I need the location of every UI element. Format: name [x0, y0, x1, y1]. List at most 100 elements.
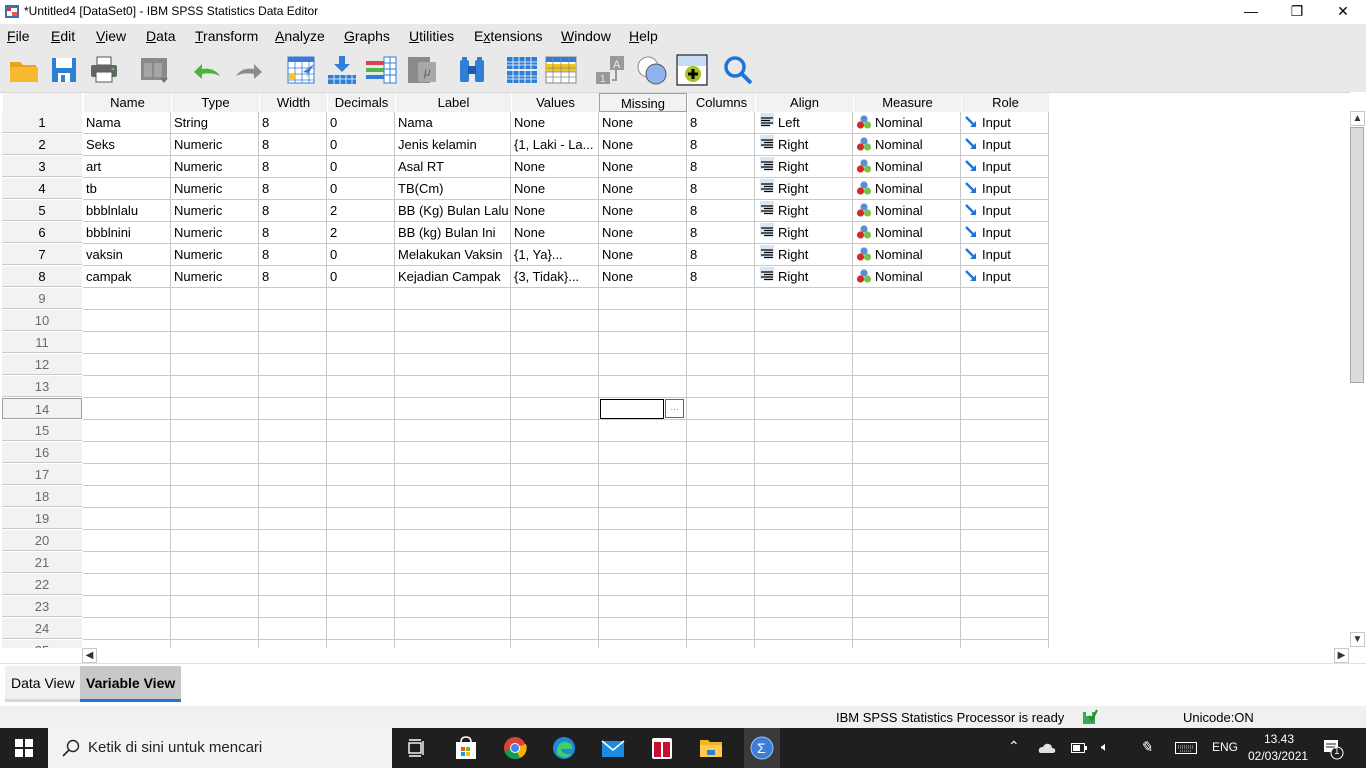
- cell-values[interactable]: None: [511, 178, 599, 200]
- row-number[interactable]: 4: [2, 178, 82, 199]
- cell-type[interactable]: [171, 420, 259, 442]
- cell-missing[interactable]: [599, 310, 687, 332]
- cell-values[interactable]: {3, Tidak}...: [511, 266, 599, 288]
- cell-measure[interactable]: [853, 354, 961, 376]
- row-number[interactable]: 12: [2, 354, 82, 375]
- cell-missing[interactable]: [599, 596, 687, 618]
- cell-decimals[interactable]: [327, 508, 395, 530]
- insert-variable-icon[interactable]: [545, 54, 577, 86]
- cell-type[interactable]: [171, 398, 259, 420]
- cell-missing[interactable]: None: [599, 178, 687, 200]
- column-header-values[interactable]: Values: [511, 93, 599, 112]
- cell-role[interactable]: [961, 640, 1049, 648]
- cell-role[interactable]: [961, 332, 1049, 354]
- scroll-up-button[interactable]: ▲: [1350, 111, 1365, 126]
- start-button[interactable]: [8, 732, 40, 764]
- cell-values[interactable]: None: [511, 156, 599, 178]
- missing-values-ellipsis-button[interactable]: ...: [665, 399, 684, 418]
- cell-role[interactable]: [961, 618, 1049, 640]
- cell-missing[interactable]: [599, 618, 687, 640]
- cell-align[interactable]: Right: [755, 134, 853, 156]
- cell-label[interactable]: [395, 552, 511, 574]
- cell-name[interactable]: [83, 552, 171, 574]
- search-icon[interactable]: [722, 54, 754, 86]
- row-number[interactable]: 11: [2, 332, 82, 353]
- cell-measure[interactable]: Nominal: [853, 200, 961, 222]
- cell-columns[interactable]: [687, 398, 755, 420]
- cell-values[interactable]: [511, 464, 599, 486]
- row-number[interactable]: 17: [2, 464, 82, 485]
- cell-columns[interactable]: 8: [687, 112, 755, 134]
- cell-decimals[interactable]: [327, 552, 395, 574]
- cell-align[interactable]: Right: [755, 156, 853, 178]
- cell-missing[interactable]: [599, 508, 687, 530]
- cell-columns[interactable]: [687, 596, 755, 618]
- cell-measure[interactable]: Nominal: [853, 244, 961, 266]
- menu-view[interactable]: View: [96, 28, 126, 44]
- cell-type[interactable]: [171, 508, 259, 530]
- cell-name[interactable]: campak: [83, 266, 171, 288]
- cell-name[interactable]: vaksin: [83, 244, 171, 266]
- row-number[interactable]: 18: [2, 486, 82, 507]
- cell-align[interactable]: [755, 552, 853, 574]
- cell-decimals[interactable]: [327, 310, 395, 332]
- cell-decimals[interactable]: [327, 288, 395, 310]
- cell-align[interactable]: [755, 288, 853, 310]
- column-header-columns[interactable]: Columns: [687, 93, 755, 112]
- goto-case-icon[interactable]: [286, 54, 318, 86]
- cell-name[interactable]: Seks: [83, 134, 171, 156]
- restore-button[interactable]: ❐: [1274, 0, 1320, 22]
- cell-measure[interactable]: [853, 552, 961, 574]
- cell-type[interactable]: String: [171, 112, 259, 134]
- cell-width[interactable]: 8: [259, 244, 327, 266]
- row-number[interactable]: 3: [2, 156, 82, 177]
- cell-name[interactable]: art: [83, 156, 171, 178]
- cell-role[interactable]: Input: [961, 178, 1049, 200]
- language-indicator[interactable]: ENG: [1212, 740, 1238, 754]
- row-number[interactable]: 16: [2, 442, 82, 463]
- cell-label[interactable]: BB (Kg) Bulan Lalu: [395, 200, 511, 222]
- column-header-align[interactable]: Align: [755, 93, 853, 112]
- cell-role[interactable]: [961, 574, 1049, 596]
- cell-name[interactable]: [83, 398, 171, 420]
- cell-label[interactable]: [395, 640, 511, 648]
- cell-name[interactable]: [83, 442, 171, 464]
- cell-align[interactable]: [755, 464, 853, 486]
- cell-type[interactable]: [171, 464, 259, 486]
- row-number[interactable]: 19: [2, 508, 82, 529]
- cell-width[interactable]: 8: [259, 156, 327, 178]
- cell-missing[interactable]: None: [599, 200, 687, 222]
- cell-decimals[interactable]: [327, 486, 395, 508]
- select-cases-icon[interactable]: [676, 54, 708, 86]
- variables-icon[interactable]: [366, 54, 398, 86]
- row-number[interactable]: 20: [2, 530, 82, 551]
- cell-type[interactable]: [171, 354, 259, 376]
- cell-measure[interactable]: [853, 618, 961, 640]
- cell-measure[interactable]: [853, 332, 961, 354]
- cell-name[interactable]: [83, 332, 171, 354]
- cell-name[interactable]: [83, 288, 171, 310]
- menu-analyze[interactable]: Analyze: [275, 28, 325, 44]
- cell-values[interactable]: [511, 442, 599, 464]
- cell-decimals[interactable]: [327, 596, 395, 618]
- vertical-scroll-thumb[interactable]: [1350, 127, 1364, 383]
- cell-missing[interactable]: [599, 552, 687, 574]
- find-icon[interactable]: [456, 54, 488, 86]
- cell-name[interactable]: [83, 618, 171, 640]
- cell-columns[interactable]: [687, 508, 755, 530]
- column-header-label[interactable]: Label: [395, 93, 511, 112]
- cell-columns[interactable]: 8: [687, 244, 755, 266]
- cell-measure[interactable]: [853, 288, 961, 310]
- microsoft-store-button[interactable]: [450, 732, 482, 764]
- row-number[interactable]: 23: [2, 596, 82, 617]
- cell-columns[interactable]: [687, 442, 755, 464]
- cell-name[interactable]: bbblnini: [83, 222, 171, 244]
- cell-name[interactable]: [83, 464, 171, 486]
- cell-columns[interactable]: [687, 310, 755, 332]
- cell-measure[interactable]: Nominal: [853, 134, 961, 156]
- chrome-button[interactable]: [499, 732, 531, 764]
- clock-date[interactable]: 02/03/2021: [1248, 749, 1308, 763]
- row-number[interactable]: 15: [2, 420, 82, 441]
- menu-edit[interactable]: Edit: [51, 28, 75, 44]
- volume-icon[interactable]: 🔈︎: [1101, 739, 1109, 755]
